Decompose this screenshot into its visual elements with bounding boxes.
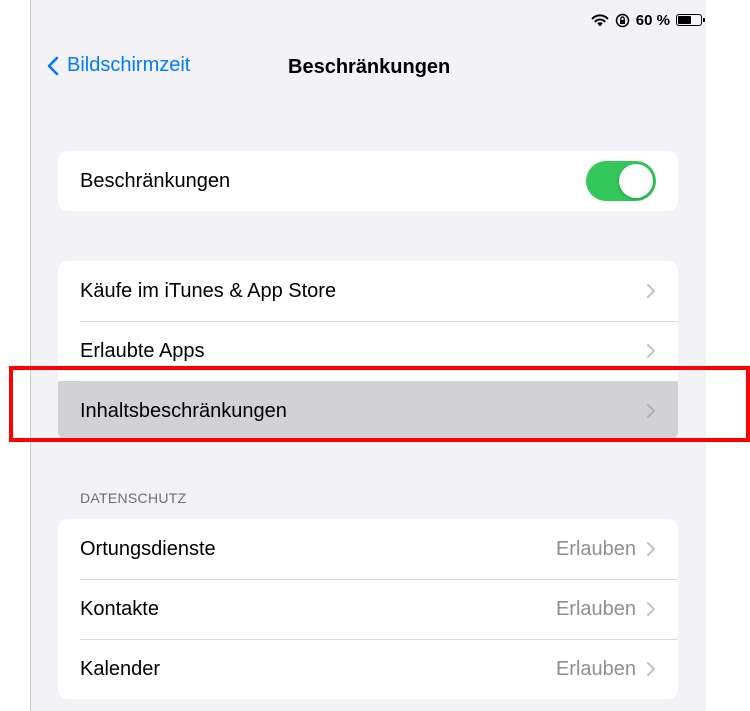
restrictions-toggle-group: Beschränkungen xyxy=(58,151,678,211)
wifi-icon xyxy=(591,14,609,27)
back-button[interactable]: Bildschirmzeit xyxy=(47,54,190,77)
sidebar-edge xyxy=(0,0,31,711)
right-edge xyxy=(706,0,750,711)
status-bar: 60 % xyxy=(591,9,705,31)
orientation-lock-icon xyxy=(615,13,630,27)
chevron-right-icon xyxy=(647,344,655,358)
content-settings-group: Käufe im iTunes & App Store Erlaubte App… xyxy=(58,261,678,441)
chevron-left-icon xyxy=(47,56,59,75)
restrictions-toggle-label: Beschränkungen xyxy=(80,169,231,192)
chevron-right-icon xyxy=(647,662,655,676)
settings-main-pane: 60 % Bildschirmzeit Beschränkungen Besch… xyxy=(31,0,706,711)
chevron-right-icon xyxy=(647,404,655,418)
toggle-knob xyxy=(619,164,653,198)
battery-percentage: 60 % xyxy=(635,11,670,29)
privacy-item-label: Kontakte xyxy=(80,597,159,620)
settings-item-label: Inhaltsbeschränkungen xyxy=(80,399,287,422)
privacy-group: Ortungsdienste Erlauben Kontakte Erlaube… xyxy=(58,519,678,699)
navigation-bar: Bildschirmzeit Beschränkungen xyxy=(31,52,706,88)
settings-item-content-restrictions[interactable]: Inhaltsbeschränkungen xyxy=(58,381,678,441)
battery-cap xyxy=(703,18,705,22)
chevron-right-icon xyxy=(647,602,655,616)
privacy-section-header: DATENSCHUTZ xyxy=(80,490,187,506)
page-title: Beschränkungen xyxy=(288,56,451,78)
battery-icon xyxy=(676,14,705,26)
settings-item-label: Erlaubte Apps xyxy=(80,339,205,362)
privacy-item-location-services[interactable]: Ortungsdienste Erlauben xyxy=(58,519,678,579)
privacy-item-value: Erlauben xyxy=(555,657,636,680)
restrictions-toggle-row: Beschränkungen xyxy=(58,151,678,211)
privacy-item-value: Erlauben xyxy=(555,537,636,560)
privacy-item-label: Kalender xyxy=(80,657,161,680)
chevron-right-icon xyxy=(647,542,655,556)
chevron-right-icon xyxy=(647,284,655,298)
settings-item-itunes-purchases[interactable]: Käufe im iTunes & App Store xyxy=(58,261,678,321)
privacy-item-label: Ortungsdienste xyxy=(80,537,216,560)
privacy-item-value: Erlauben xyxy=(555,597,636,620)
privacy-item-calendar[interactable]: Kalender Erlauben xyxy=(58,639,678,699)
back-button-label: Bildschirmzeit xyxy=(67,54,191,76)
settings-item-label: Käufe im iTunes & App Store xyxy=(80,279,337,302)
battery-fill xyxy=(678,16,692,24)
restrictions-toggle[interactable] xyxy=(586,161,656,201)
settings-item-allowed-apps[interactable]: Erlaubte Apps xyxy=(58,321,678,381)
privacy-item-contacts[interactable]: Kontakte Erlauben xyxy=(58,579,678,639)
